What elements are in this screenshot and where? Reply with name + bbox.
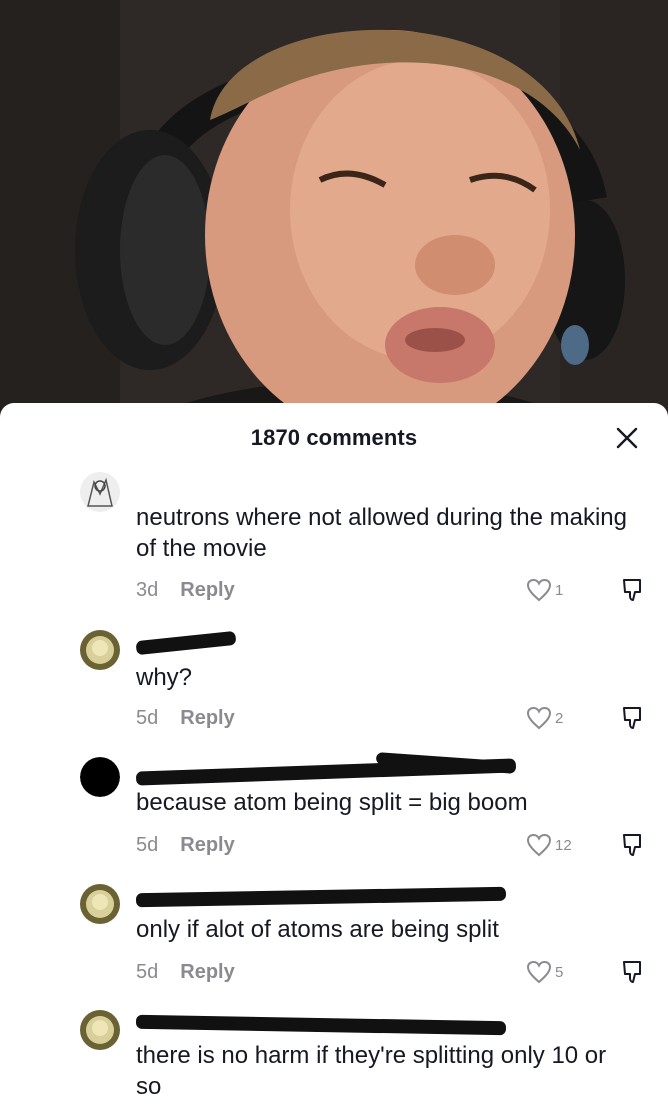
avatar[interactable] — [80, 472, 120, 512]
avatar-image — [80, 1010, 120, 1050]
comment-text: because atom being split = big boom — [136, 789, 528, 816]
reply-button[interactable]: Reply — [180, 579, 234, 601]
reply-button[interactable]: Reply — [180, 961, 234, 983]
avatar[interactable] — [80, 630, 120, 670]
reply-button[interactable]: Reply — [180, 834, 234, 856]
heart-outline-icon — [526, 706, 552, 730]
avatar[interactable] — [80, 757, 120, 797]
username-redacted[interactable] — [135, 886, 516, 910]
tiktok-comments-screen: 1870 comments neutrons where not allowed… — [0, 0, 668, 1114]
thumbs-down-outline-icon — [623, 707, 641, 729]
redaction-mark — [135, 1014, 507, 1036]
like-button[interactable]: 12 — [526, 832, 572, 858]
redaction-mark — [135, 886, 507, 908]
comment-meta: 5d Reply — [136, 705, 235, 731]
dislike-button[interactable] — [620, 705, 646, 731]
comment-text: there is no harm if they're splitting on… — [136, 1042, 607, 1100]
comment-meta: 5d Reply — [136, 959, 235, 985]
avatar[interactable] — [80, 884, 120, 924]
comment-meta: 5d Reply — [136, 832, 235, 858]
username-redacted[interactable] — [135, 752, 526, 786]
comment-age: 3d — [136, 579, 159, 601]
video-frame-illustration — [0, 0, 668, 420]
comment-text: only if alot of atoms are being split — [136, 916, 499, 943]
comments-count-title: 1870 comments — [250, 425, 418, 450]
avatar-image — [80, 630, 120, 670]
thumbs-down-outline-icon — [623, 834, 641, 856]
avatar-image — [80, 757, 120, 797]
comment-age: 5d — [136, 961, 159, 983]
comment-text: neutrons where not allowed during the ma… — [136, 504, 627, 562]
heart-outline-icon — [526, 960, 552, 984]
dislike-button[interactable] — [620, 959, 646, 985]
like-button[interactable]: 2 — [526, 705, 563, 731]
username-redacted[interactable] — [135, 1014, 516, 1036]
like-button[interactable]: 1 — [526, 577, 563, 603]
thumbs-down-outline-icon — [623, 961, 641, 983]
dislike-button[interactable] — [620, 832, 646, 858]
comment-text: why? — [136, 664, 193, 691]
dislike-button[interactable] — [620, 577, 646, 603]
avatar-image — [80, 884, 120, 924]
like-button[interactable]: 5 — [526, 959, 563, 985]
close-icon — [616, 427, 638, 449]
thumbs-down-outline-icon — [623, 579, 641, 601]
like-count: 12 — [555, 836, 572, 854]
heart-outline-icon — [526, 833, 552, 857]
avatar-image — [80, 472, 120, 512]
video-player[interactable] — [0, 0, 668, 420]
comment-age: 5d — [136, 707, 159, 729]
like-count: 1 — [555, 581, 564, 599]
like-count: 2 — [555, 709, 564, 727]
reply-button[interactable]: Reply — [180, 707, 234, 729]
like-count: 5 — [555, 963, 564, 981]
heart-outline-icon — [526, 578, 552, 602]
comment-age: 5d — [136, 834, 159, 856]
comment-meta: 3d Reply — [136, 577, 235, 603]
avatar[interactable] — [80, 1010, 120, 1050]
close-button[interactable] — [612, 423, 642, 453]
